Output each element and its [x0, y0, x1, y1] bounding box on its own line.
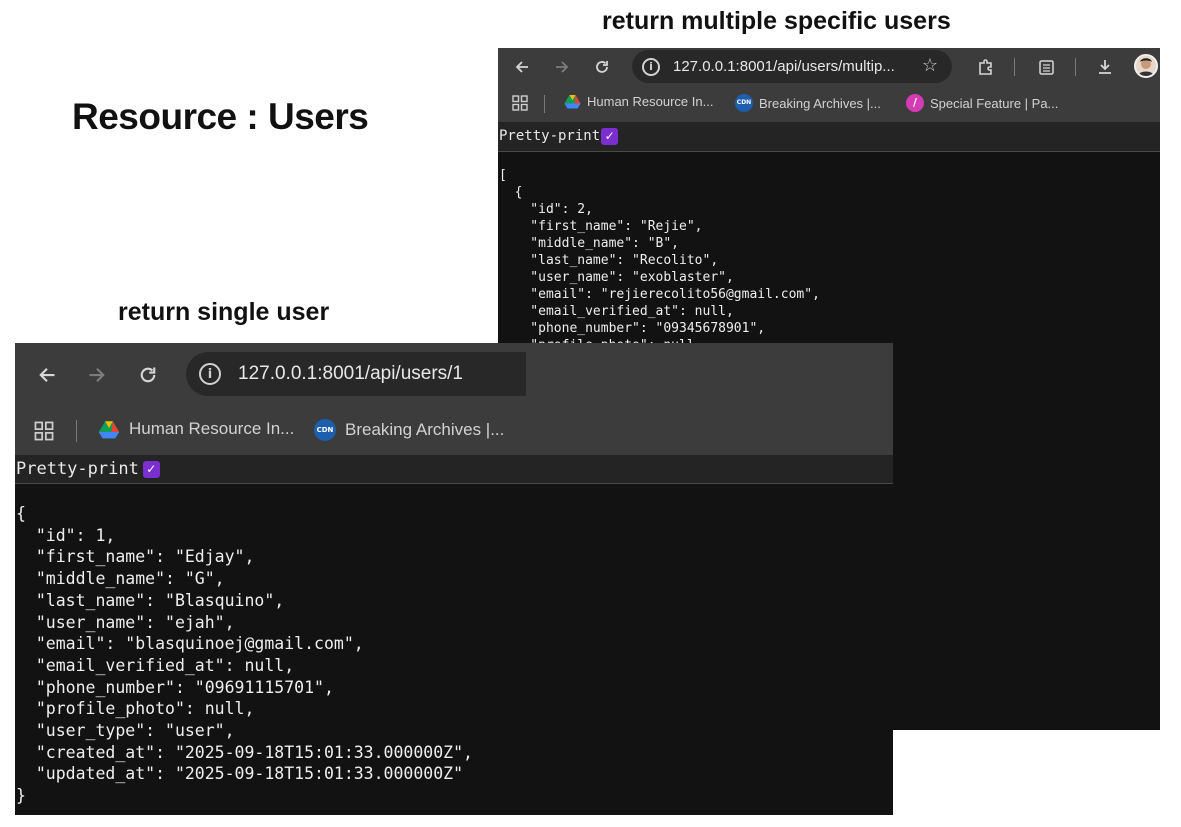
bookmarks-bar: Human Resource In... CDN Breaking Archiv… [15, 407, 893, 455]
browser-window-single: i 127.0.0.1:8001/api/users/1 Human Resou… [15, 343, 893, 815]
bookmark-label: Human Resource In... [129, 419, 295, 438]
forward-button[interactable] [550, 54, 574, 80]
avatar [1138, 58, 1154, 76]
download-button[interactable] [1092, 54, 1118, 80]
url-text[interactable]: 127.0.0.1:8001/api/users/multip... [673, 58, 895, 75]
arrow-left-icon [39, 367, 55, 383]
bookmarks-bar: Human Resource In... CDN Breaking Archiv… [498, 86, 1160, 122]
page-title: Resource : Users [72, 96, 369, 137]
apps-grid-icon [34, 421, 54, 441]
pretty-print-bar: Pretty-print ✓ [15, 455, 893, 484]
pretty-print-label: Pretty-print [499, 128, 601, 144]
cdn-icon: CDN [735, 94, 753, 112]
json-response: { "id": 1, "first_name": "Edjay", "middl… [15, 484, 893, 815]
reload-button[interactable] [590, 54, 614, 80]
apps-button[interactable] [33, 420, 55, 442]
bookmark-human-resource[interactable]: Human Resource In... [564, 94, 713, 109]
forward-button[interactable] [83, 360, 111, 390]
drive-icon [564, 95, 581, 109]
toolbar-divider [1075, 58, 1076, 76]
bookmark-breaking-archives[interactable]: CDN Breaking Archives |... [735, 94, 881, 112]
address-bar[interactable]: i 127.0.0.1:8001/api/users/multip... ☆ [632, 50, 952, 83]
pretty-print-checkbox[interactable]: ✓ [601, 127, 619, 145]
bookmark-special-feature[interactable]: / Special Feature | Pa... [906, 94, 1058, 112]
cdn-icon: CDN [314, 419, 336, 441]
bookmark-label: Breaking Archives |... [345, 420, 505, 439]
browser-toolbar: i 127.0.0.1:8001/api/users/1 [15, 343, 893, 407]
reading-list-icon [1038, 59, 1054, 75]
profile-avatar[interactable] [1134, 54, 1158, 78]
feature-icon: / [906, 94, 924, 112]
apps-grid-icon [512, 95, 528, 111]
star-icon[interactable]: ☆ [922, 55, 938, 76]
address-bar[interactable]: i 127.0.0.1:8001/api/users/1 [186, 352, 526, 396]
bookmarks-divider [76, 420, 77, 442]
info-icon[interactable]: i [199, 363, 221, 385]
pretty-print-label: Pretty-print [16, 459, 139, 479]
extensions-button[interactable] [973, 54, 999, 80]
bookmark-label: Special Feature | Pa... [930, 95, 1059, 111]
puzzle-icon [979, 59, 992, 75]
arrow-right-icon [89, 367, 105, 383]
pretty-print-bar: Pretty-print ✓ [498, 122, 1160, 152]
drive-icon [98, 420, 120, 438]
toolbar-divider [1014, 58, 1015, 76]
apps-button[interactable] [511, 94, 529, 112]
bookmark-human-resource[interactable]: Human Resource In... [98, 419, 294, 439]
bookmark-label: Breaking Archives |... [759, 95, 881, 111]
bookmarks-divider [544, 95, 545, 113]
arrow-right-icon [556, 61, 569, 73]
arrow-left-icon [515, 61, 528, 73]
bookmark-breaking-archives[interactable]: CDN Breaking Archives |... [314, 419, 504, 441]
download-icon [1099, 60, 1111, 74]
back-button[interactable] [510, 54, 534, 80]
url-text[interactable]: 127.0.0.1:8001/api/users/1 [238, 363, 463, 385]
browser-toolbar: i 127.0.0.1:8001/api/users/multip... ☆ [498, 48, 1160, 86]
pretty-print-checkbox[interactable]: ✓ [142, 460, 160, 478]
info-icon[interactable]: i [642, 57, 660, 76]
reading-list-button[interactable] [1033, 54, 1059, 80]
caption-multiple-users: return multiple specific users [602, 7, 951, 35]
reload-button[interactable] [134, 360, 162, 390]
reload-icon [596, 61, 608, 73]
back-button[interactable] [33, 360, 61, 390]
bookmark-label: Human Resource In... [587, 94, 714, 109]
caption-single-user: return single user [118, 298, 330, 326]
reload-icon [140, 367, 156, 383]
